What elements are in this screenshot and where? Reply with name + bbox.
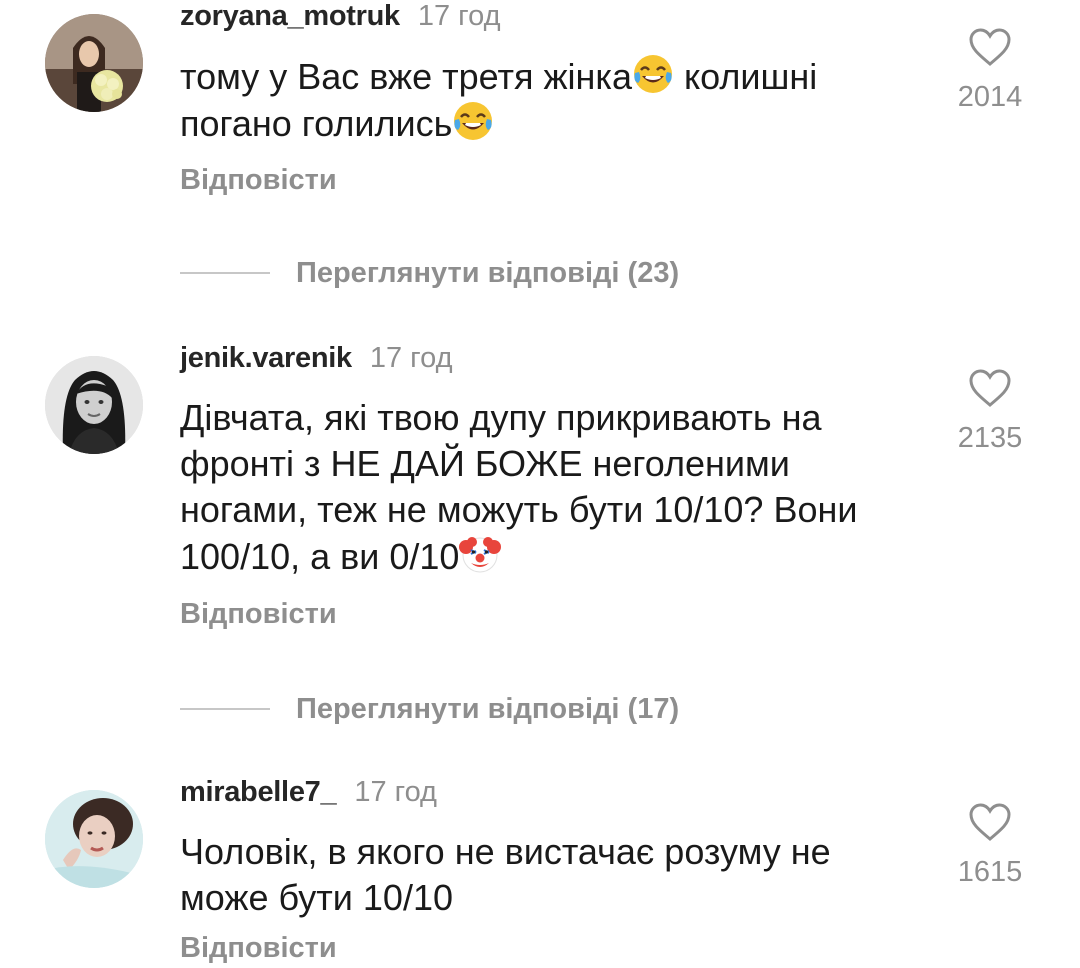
- comment-time: 17 год: [354, 776, 437, 808]
- comment-meta: mirabelle7_ 17 год: [180, 772, 437, 812]
- comment-text: Чоловік, в якого не вистачає розуму не м…: [180, 831, 831, 918]
- comment-username[interactable]: mirabelle7_: [180, 776, 337, 808]
- avatar[interactable]: [45, 790, 143, 888]
- like-control: 1615: [940, 802, 1040, 892]
- like-count: 1615: [957, 856, 1023, 888]
- reply-button[interactable]: Відповісти: [180, 928, 337, 968]
- heart-outline-icon[interactable]: [968, 802, 1012, 842]
- comment-item: mirabelle7_ 17 год Чоловік, в якого не ви…: [0, 0, 1080, 964]
